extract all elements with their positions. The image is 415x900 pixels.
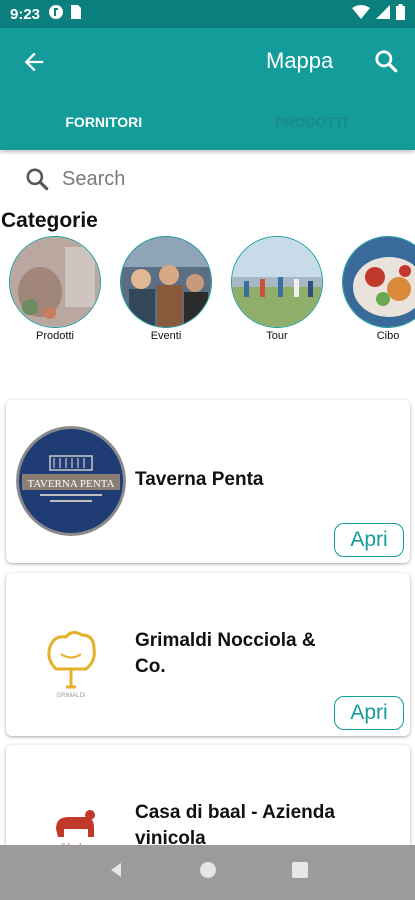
search-icon: [375, 50, 398, 73]
category-image: [120, 236, 212, 328]
search-button[interactable]: [373, 48, 399, 74]
search-placeholder: Search: [62, 167, 126, 190]
supplier-name: Taverna Penta: [135, 469, 264, 490]
page-title: Mappa: [266, 48, 334, 73]
svg-text:GRIMALDI: GRIMALDI: [56, 693, 85, 699]
battery-icon: [396, 3, 405, 25]
tab-bar: FORNITORI PRODOTTI: [0, 110, 415, 150]
category-cibo[interactable]: Cibo: [341, 236, 415, 346]
category-image: [9, 236, 101, 328]
category-eventi[interactable]: Eventi: [119, 236, 213, 346]
categories-list: Prodotti Eventi Tour Cibo: [8, 236, 415, 346]
open-button[interactable]: Apri: [334, 523, 404, 557]
status-time: 9:23: [10, 5, 41, 23]
category-tour[interactable]: Tour: [230, 236, 324, 346]
tab-fornitori[interactable]: FORNITORI: [0, 110, 208, 150]
nav-home-icon[interactable]: [199, 861, 217, 884]
signal-icon: [376, 4, 390, 24]
status-bar: 9:23: [0, 0, 415, 28]
supplier-logo: GRIMALDI: [16, 599, 126, 709]
arrow-left-icon: [24, 52, 44, 72]
nav-back-icon[interactable]: [107, 861, 125, 884]
search-icon: [26, 168, 49, 191]
supplier-card[interactable]: TAVERNA PENTA Taverna Penta Apri: [6, 400, 410, 563]
system-nav-bar: [0, 845, 415, 900]
search-field[interactable]: Search: [24, 164, 125, 194]
nav-recents-icon[interactable]: [291, 862, 308, 883]
wifi-icon: [352, 4, 370, 24]
supplier-logo: TAVERNA PENTA: [16, 426, 126, 536]
supplier-name: Grimaldi Nocciola & Co.: [135, 630, 316, 677]
open-button[interactable]: Apri: [334, 696, 404, 730]
back-button[interactable]: [20, 48, 48, 76]
sim-card-icon: [70, 4, 82, 25]
svg-text:TAVERNA PENTA: TAVERNA PENTA: [28, 478, 115, 490]
category-image: [342, 236, 415, 328]
tab-prodotti[interactable]: PRODOTTI: [208, 110, 415, 150]
notification-icon: [48, 4, 64, 25]
categories-title: Categorie: [1, 209, 98, 232]
category-prodotti[interactable]: Prodotti: [8, 236, 102, 346]
supplier-card[interactable]: GRIMALDI Grimaldi Nocciola & Co. Apri: [6, 573, 410, 736]
app-bar: Mappa FORNITORI PRODOTTI: [0, 28, 415, 150]
category-image: [231, 236, 323, 328]
